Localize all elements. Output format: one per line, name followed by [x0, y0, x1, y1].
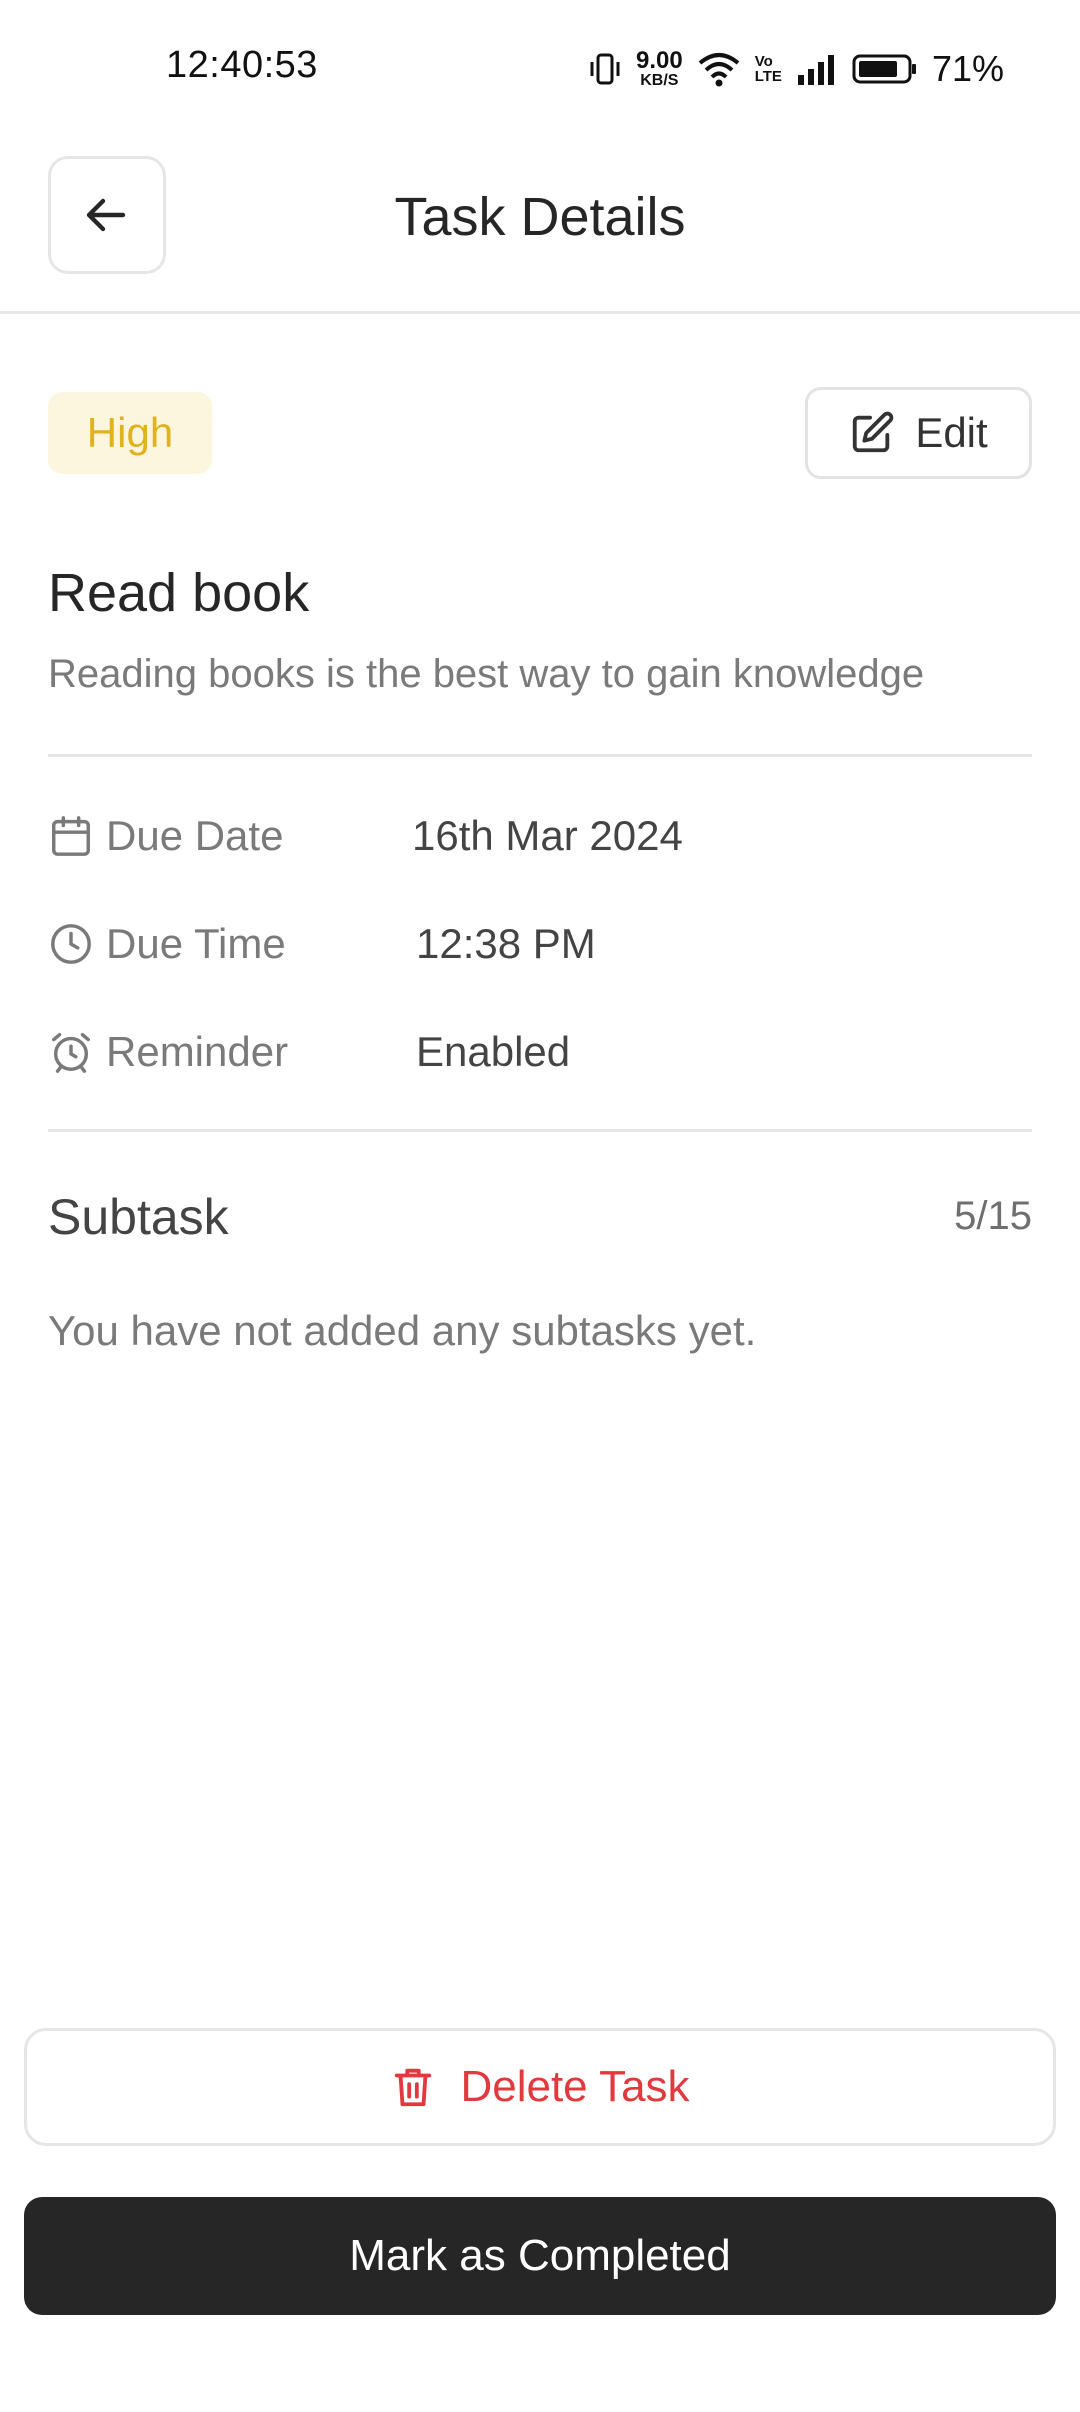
clock-icon	[48, 921, 94, 967]
status-icons: 9.00 KB/S Vo LTE 71%	[588, 44, 1004, 94]
divider	[48, 754, 1032, 757]
subtask-count: 5/15	[954, 1194, 1032, 1238]
header: Task Details	[0, 154, 1080, 314]
due-time-value: 12:38 PM	[416, 920, 596, 967]
due-time-row: Due Time 12:38 PM	[48, 914, 1032, 974]
signal-icon	[796, 53, 838, 85]
wifi-icon	[697, 51, 741, 87]
due-date-value: 16th Mar 2024	[412, 812, 683, 859]
subtask-title: Subtask	[48, 1189, 229, 1245]
delete-task-label: Delete Task	[460, 2062, 690, 2111]
edit-icon	[849, 410, 895, 456]
mark-completed-button[interactable]: Mark as Completed	[24, 2197, 1056, 2315]
due-date-label: Due Date	[106, 812, 284, 859]
mark-completed-label: Mark as Completed	[349, 2231, 731, 2280]
subtask-empty-message: You have not added any subtasks yet.	[48, 1307, 757, 1354]
trash-icon	[390, 2064, 436, 2110]
edit-button[interactable]: Edit	[805, 387, 1032, 479]
divider	[48, 1129, 1032, 1132]
priority-badge: High	[48, 392, 212, 474]
page-title: Task Details	[394, 187, 686, 247]
reminder-value: Enabled	[416, 1028, 571, 1075]
task-description: Reading books is the best way to gain kn…	[48, 652, 925, 696]
task-details-screen: 12:40:53 9.00 KB/S Vo LTE 71% Task Detai…	[0, 0, 1080, 2412]
edit-label: Edit	[915, 409, 988, 456]
alarm-clock-icon	[48, 1029, 94, 1075]
calendar-icon	[48, 813, 94, 859]
task-title: Read book	[48, 563, 310, 623]
reminder-label: Reminder	[106, 1028, 289, 1075]
due-date-row: Due Date 16th Mar 2024	[48, 806, 1032, 866]
battery-percent: 71%	[931, 48, 1004, 89]
volte-indicator: Vo LTE	[754, 53, 782, 85]
network-speed: 9.00 KB/S	[636, 47, 683, 89]
status-time: 12:40:53	[166, 44, 318, 86]
delete-task-button[interactable]: Delete Task	[24, 2028, 1056, 2146]
status-bar: 12:40:53 9.00 KB/S Vo LTE 71%	[0, 0, 1080, 140]
battery-icon	[852, 53, 918, 85]
reminder-row: Reminder Enabled	[48, 1022, 1032, 1082]
due-time-label: Due Time	[106, 920, 286, 967]
vibrate-icon	[588, 51, 622, 87]
